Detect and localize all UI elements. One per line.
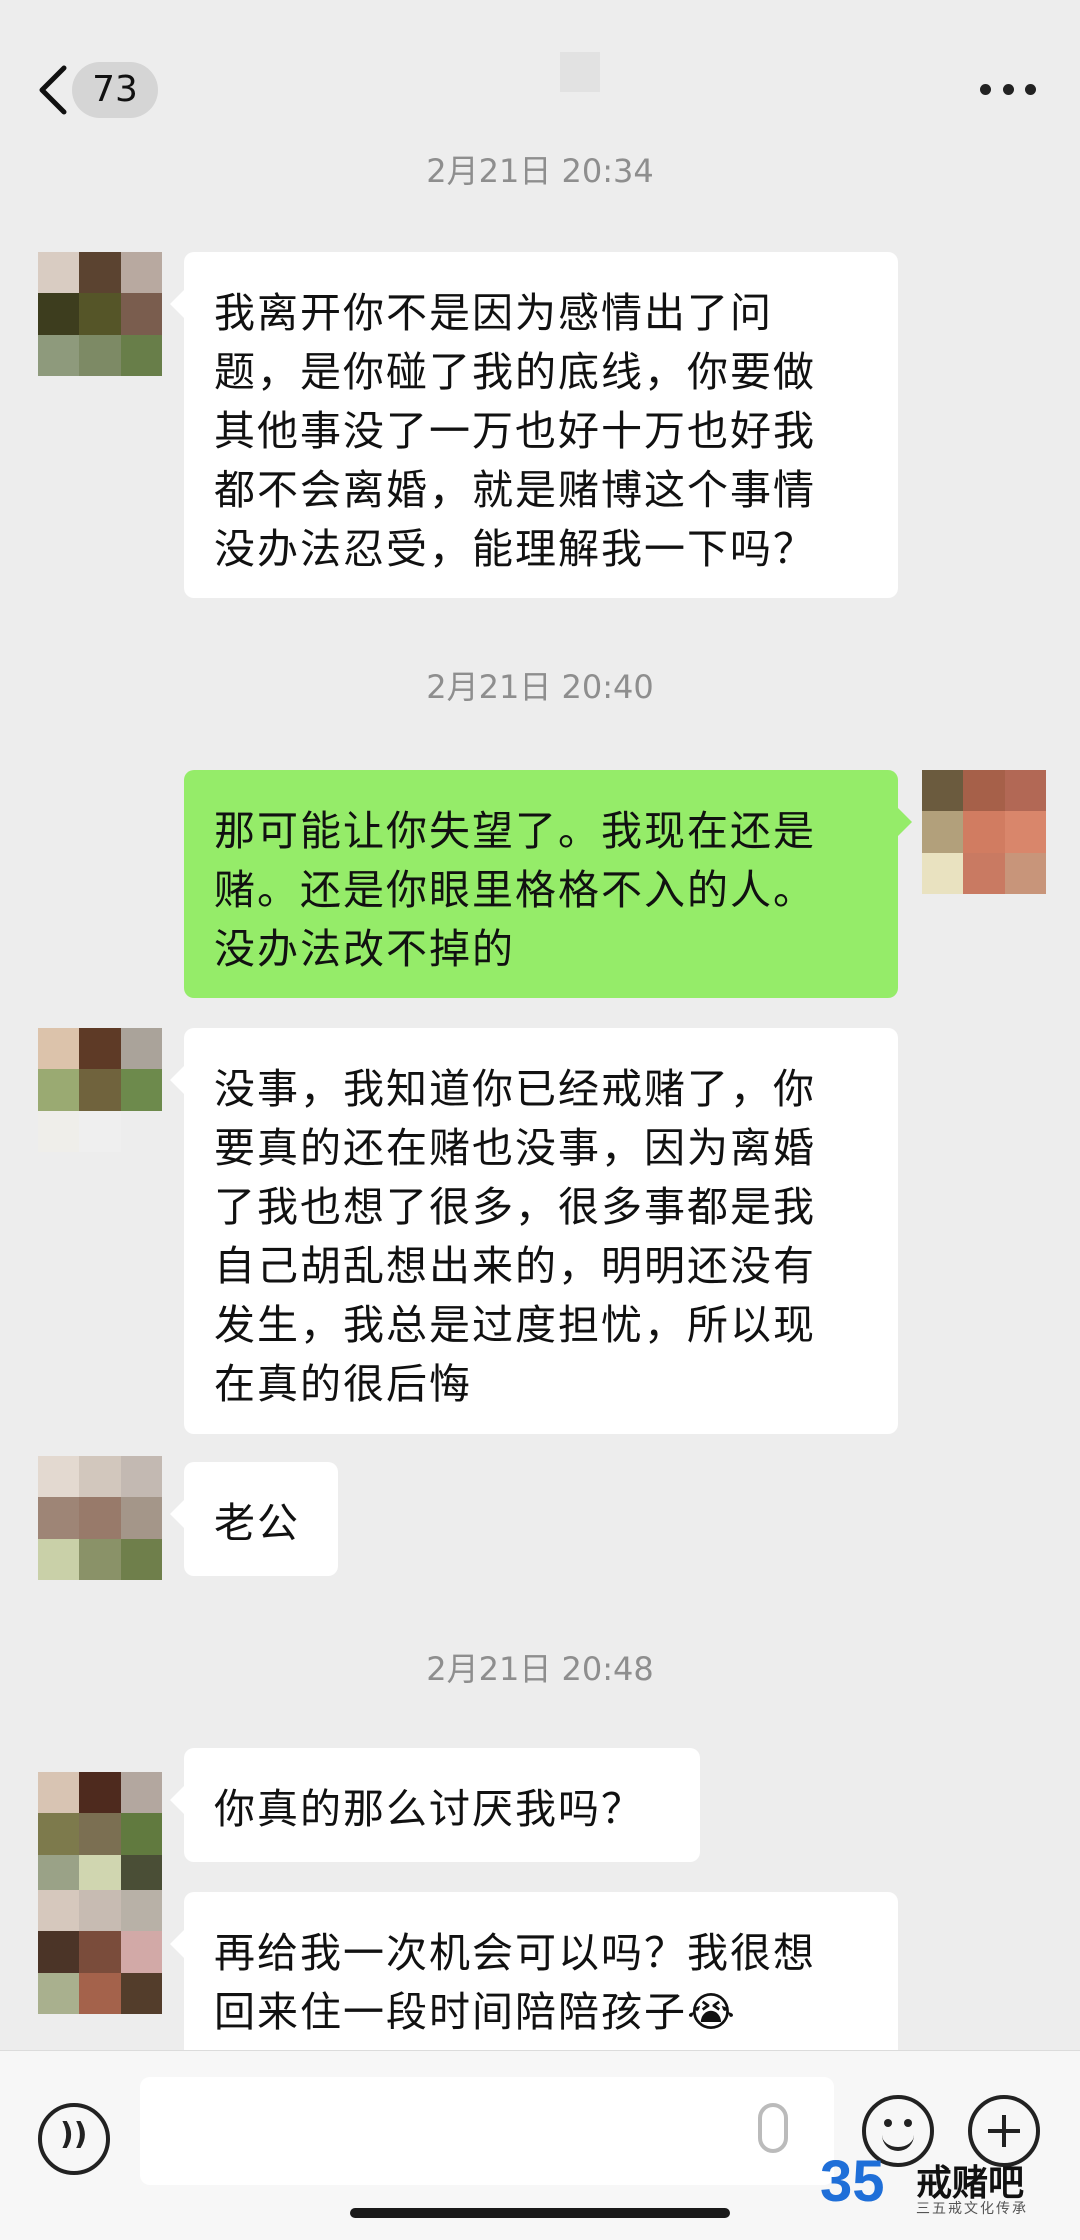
timestamp: 2月21日 20:40 [426, 668, 654, 706]
message-bubble-received[interactable]: 你真的那么讨厌我吗？ [170, 1748, 700, 1862]
voice-input-icon[interactable] [38, 2103, 110, 2175]
contact-avatar[interactable] [38, 1028, 162, 1152]
contact-avatar[interactable] [38, 1890, 162, 2014]
contact-avatar[interactable] [38, 252, 162, 376]
message-bubble-received[interactable]: 再给我一次机会可以吗？我很想 回来住一段时间陪陪孩子😭 [170, 1892, 898, 2050]
message-input[interactable] [140, 2077, 834, 2185]
chat-title-blurred [560, 52, 600, 92]
message-bubble-received[interactable]: 没事，我知道你已经戒赌了，你 要真的还在赌也没事，因为离婚 了我也想了很多，很多… [170, 1028, 898, 1434]
watermark-number: 35 [820, 2149, 885, 2214]
watermark-subtitle: 三五戒文化传承 [916, 2201, 1028, 2217]
contact-avatar[interactable] [38, 1456, 162, 1580]
message-bubble-received[interactable]: 我离开你不是因为感情出了问 题，是你碰了我的底线，你要做 其他事没了一万也好十万… [170, 252, 898, 598]
home-indicator[interactable] [350, 2208, 730, 2218]
my-avatar[interactable] [922, 770, 1046, 894]
timestamp: 2月21日 20:48 [426, 1650, 654, 1688]
more-options-icon[interactable] [980, 84, 1036, 96]
back-arrow-icon[interactable] [34, 62, 74, 118]
message-bubble-sent[interactable]: 那可能让你失望了。我现在还是 赌。还是你眼里格格不入的人。 没办法改不掉的 [184, 770, 912, 998]
chat-header: 73 [0, 0, 1080, 150]
unread-count-badge[interactable]: 73 [72, 62, 158, 118]
watermark-logo: 35 戒赌吧 三五戒文化传承 [820, 2148, 1060, 2218]
timestamp: 2月21日 20:34 [426, 152, 654, 190]
contact-avatar[interactable] [38, 1772, 162, 1896]
message-bubble-received[interactable]: 老公 [170, 1462, 338, 1576]
microphone-icon[interactable] [758, 2103, 788, 2153]
